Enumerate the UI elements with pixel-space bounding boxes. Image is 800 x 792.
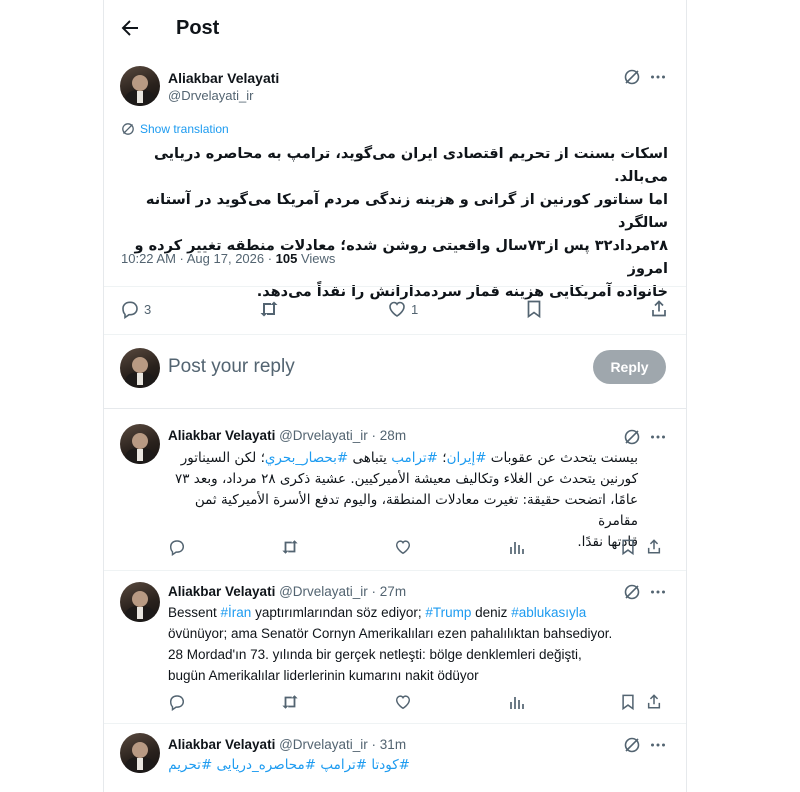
post-text-line: اما سناتور کورنین از گرانی و هزینه زندگی… bbox=[145, 192, 668, 231]
text-span: yaptırımlarından söz ediyor; bbox=[251, 605, 426, 620]
reply-post[interactable]: Aliakbar Velayati @Drvelayati_ir · 28m ب… bbox=[104, 410, 686, 570]
reply-post[interactable]: Aliakbar Velayati @Drvelayati_ir · 27m B… bbox=[104, 572, 686, 720]
analytics-icon[interactable] bbox=[508, 538, 526, 556]
more-icon[interactable] bbox=[648, 427, 668, 447]
avatar bbox=[120, 348, 160, 388]
reply-author-line: Aliakbar Velayati @Drvelayati_ir · 27m bbox=[168, 584, 406, 599]
like-count: 1 bbox=[410, 301, 419, 317]
reply-text-line: 28 Mordad'ın 73. yılında bir gerçek netl… bbox=[168, 647, 582, 662]
author-handle-time[interactable]: @Drvelayati_ir · 31m bbox=[275, 737, 406, 752]
divider bbox=[104, 408, 686, 409]
reply-action[interactable]: 3 bbox=[120, 299, 151, 319]
hashtag-link[interactable]: #ترامب bbox=[391, 450, 438, 466]
hashtag-links[interactable]: #کودتا #ترامپ #محاصره_دریایی #تحریم bbox=[168, 755, 410, 776]
grok-icon[interactable] bbox=[622, 67, 642, 87]
share-icon bbox=[652, 300, 666, 317]
divider bbox=[104, 334, 686, 335]
more-icon[interactable] bbox=[648, 67, 668, 87]
author-handle-time[interactable]: @Drvelayati_ir · 27m bbox=[275, 584, 406, 599]
reply-count: 3 bbox=[144, 301, 152, 317]
bookmark-action[interactable] bbox=[525, 299, 543, 319]
hashtag-link[interactable]: #İran bbox=[221, 605, 252, 620]
author-handle-time[interactable]: @Drvelayati_ir · 28m bbox=[275, 428, 406, 443]
text-span: ؛ bbox=[437, 450, 447, 466]
grok-icon[interactable] bbox=[622, 582, 642, 602]
bookmark-icon[interactable] bbox=[620, 693, 636, 711]
reply-text-line: كورنين يتحدث عن الغلاء وتكاليف معيشة الأ… bbox=[174, 471, 638, 487]
repost-icon bbox=[260, 301, 278, 317]
share-action[interactable] bbox=[650, 299, 668, 319]
hashtag-link[interactable]: #إيران bbox=[447, 450, 487, 466]
heart-icon[interactable] bbox=[394, 538, 412, 556]
repost-icon[interactable] bbox=[280, 538, 300, 556]
arrow-left-icon[interactable] bbox=[118, 16, 142, 40]
more-icon[interactable] bbox=[648, 582, 668, 602]
author-name[interactable]: Aliakbar Velayati bbox=[168, 737, 275, 752]
heart-icon bbox=[389, 301, 405, 317]
reply-text: #کودتا #ترامپ #محاصره_دریایی #تحریم bbox=[168, 755, 410, 776]
post-text-line: اسکات بسنت از تحریم اقتصادی ایران می‌گوی… bbox=[153, 146, 668, 185]
more-icon[interactable] bbox=[648, 735, 668, 755]
grok-icon[interactable] bbox=[622, 735, 642, 755]
author-name[interactable]: Aliakbar Velayati bbox=[168, 70, 279, 86]
hashtag-link[interactable]: #بحصار_بحري bbox=[265, 450, 348, 466]
avatar[interactable] bbox=[120, 66, 160, 106]
reply-post[interactable]: Aliakbar Velayati @Drvelayati_ir · 31m #… bbox=[104, 725, 686, 792]
share-icon[interactable] bbox=[646, 693, 662, 711]
reply-author-line: Aliakbar Velayati @Drvelayati_ir · 31m bbox=[168, 737, 406, 752]
reply-text-line: övünüyor; ama Senatör Cornyn Amerikalıla… bbox=[168, 626, 613, 641]
avatar[interactable] bbox=[120, 582, 160, 622]
author-handle[interactable]: @Drvelayati_ir bbox=[168, 88, 253, 103]
hashtag-link[interactable]: #ablukasıyla bbox=[511, 605, 586, 620]
post-timestamp[interactable]: 10:22 AM · Aug 17, 2026 · bbox=[121, 251, 276, 266]
hashtag-link[interactable]: #Trump bbox=[425, 605, 471, 620]
divider bbox=[104, 723, 686, 724]
post-text: اسکات بسنت از تحریم اقتصادی ایران می‌گوی… bbox=[120, 143, 668, 304]
reply-input[interactable]: Post your reply bbox=[168, 356, 295, 378]
reply-text-line: Bessent #İran yaptırımlarından söz ediyo… bbox=[168, 602, 668, 623]
divider bbox=[104, 570, 686, 571]
post-actions: 3 1 bbox=[120, 298, 668, 320]
post-meta: 10:22 AM · Aug 17, 2026 · 105 Views bbox=[121, 251, 335, 266]
text-span: بیسنت یتحدث عن عقوبات bbox=[486, 450, 638, 466]
author-name[interactable]: Aliakbar Velayati bbox=[168, 428, 275, 443]
like-action[interactable]: 1 bbox=[387, 299, 418, 319]
views-count: 105 bbox=[275, 251, 298, 266]
heart-icon[interactable] bbox=[394, 693, 412, 711]
avatar[interactable] bbox=[120, 424, 160, 464]
text-span: Bessent bbox=[168, 605, 221, 620]
post-header: Post bbox=[104, 0, 686, 58]
reply-text: Bessent #İran yaptırımlarından söz ediyo… bbox=[168, 602, 668, 686]
reply-text-line: بیسنت یتحدث عن عقوبات #إيران؛ #ترامب يتب… bbox=[168, 448, 638, 469]
repost-action[interactable] bbox=[258, 299, 280, 319]
views-label: Views bbox=[297, 251, 336, 266]
reply-icon[interactable] bbox=[168, 693, 186, 711]
reply-text-line: bugün Amerikalılar liderlerinin kumarını… bbox=[168, 668, 479, 683]
author-name[interactable]: Aliakbar Velayati bbox=[168, 584, 275, 599]
show-translation-link[interactable]: Show translation bbox=[121, 122, 229, 136]
bookmark-icon[interactable] bbox=[620, 538, 636, 556]
text-span: يتباهى bbox=[348, 450, 392, 466]
bookmark-icon bbox=[527, 300, 541, 319]
grok-icon[interactable] bbox=[622, 427, 642, 447]
reply-icon[interactable] bbox=[168, 538, 186, 556]
translate-icon bbox=[122, 123, 134, 135]
show-translation-label: Show translation bbox=[140, 122, 229, 136]
share-icon[interactable] bbox=[646, 538, 662, 556]
reply-button[interactable]: Reply bbox=[593, 350, 666, 384]
repost-icon[interactable] bbox=[280, 693, 300, 711]
reply-text-line: عامًا، اتضحت حقيقة: تغيرت معادلات المنطق… bbox=[194, 492, 638, 529]
reply-icon bbox=[122, 301, 138, 319]
analytics-icon[interactable] bbox=[508, 693, 526, 711]
page-title: Post bbox=[176, 17, 220, 39]
text-span: deniz bbox=[471, 605, 512, 620]
column-border-right bbox=[686, 0, 687, 792]
divider bbox=[104, 286, 686, 287]
reply-actions bbox=[168, 538, 668, 556]
text-span: ؛ لكن السيناتور bbox=[180, 450, 265, 466]
avatar[interactable] bbox=[120, 733, 160, 773]
reply-author-line: Aliakbar Velayati @Drvelayati_ir · 28m bbox=[168, 428, 406, 443]
reply-actions bbox=[168, 693, 668, 711]
